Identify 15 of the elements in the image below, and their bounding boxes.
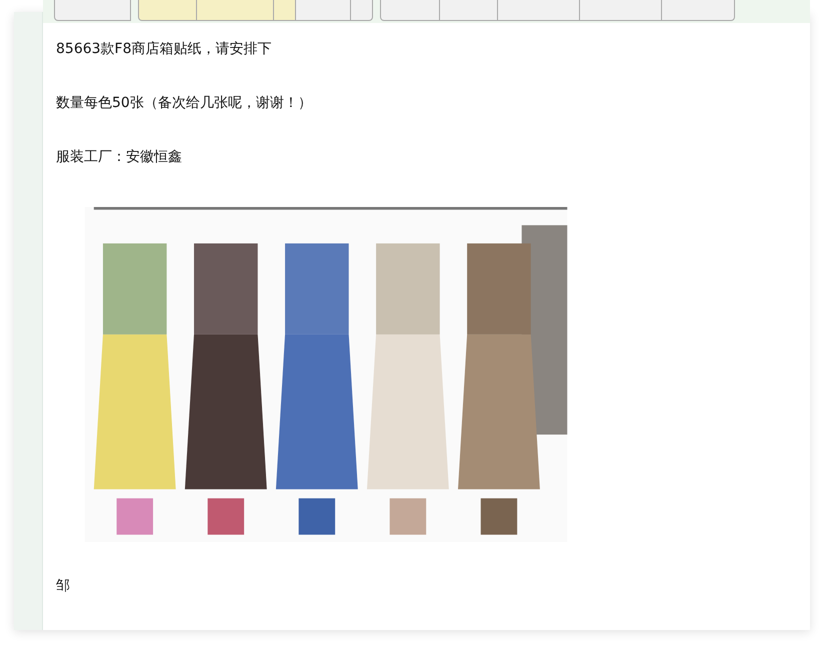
- toolbar-button[interactable]: [580, 0, 662, 21]
- toolbar-button[interactable]: [351, 0, 373, 21]
- message-text: 数量每色50张（备次给几张呢，谢谢！）: [56, 94, 313, 113]
- signature: 邹: [56, 577, 71, 596]
- toolbar-button[interactable]: [296, 0, 351, 21]
- toolbar-button[interactable]: [274, 0, 296, 21]
- toolbar-button[interactable]: [138, 0, 197, 21]
- toolbar-button[interactable]: [498, 0, 580, 21]
- toolbar-button[interactable]: [54, 0, 131, 21]
- message-text: 服装工厂：安徽恒鑫: [56, 148, 183, 167]
- message-text: 85663款F8商店箱贴纸，请安排下: [56, 40, 272, 59]
- toolbar-button[interactable]: [662, 0, 735, 21]
- toolbar-button[interactable]: [380, 0, 440, 21]
- toolbar-button[interactable]: [440, 0, 498, 21]
- toolbar-button[interactable]: [197, 0, 274, 21]
